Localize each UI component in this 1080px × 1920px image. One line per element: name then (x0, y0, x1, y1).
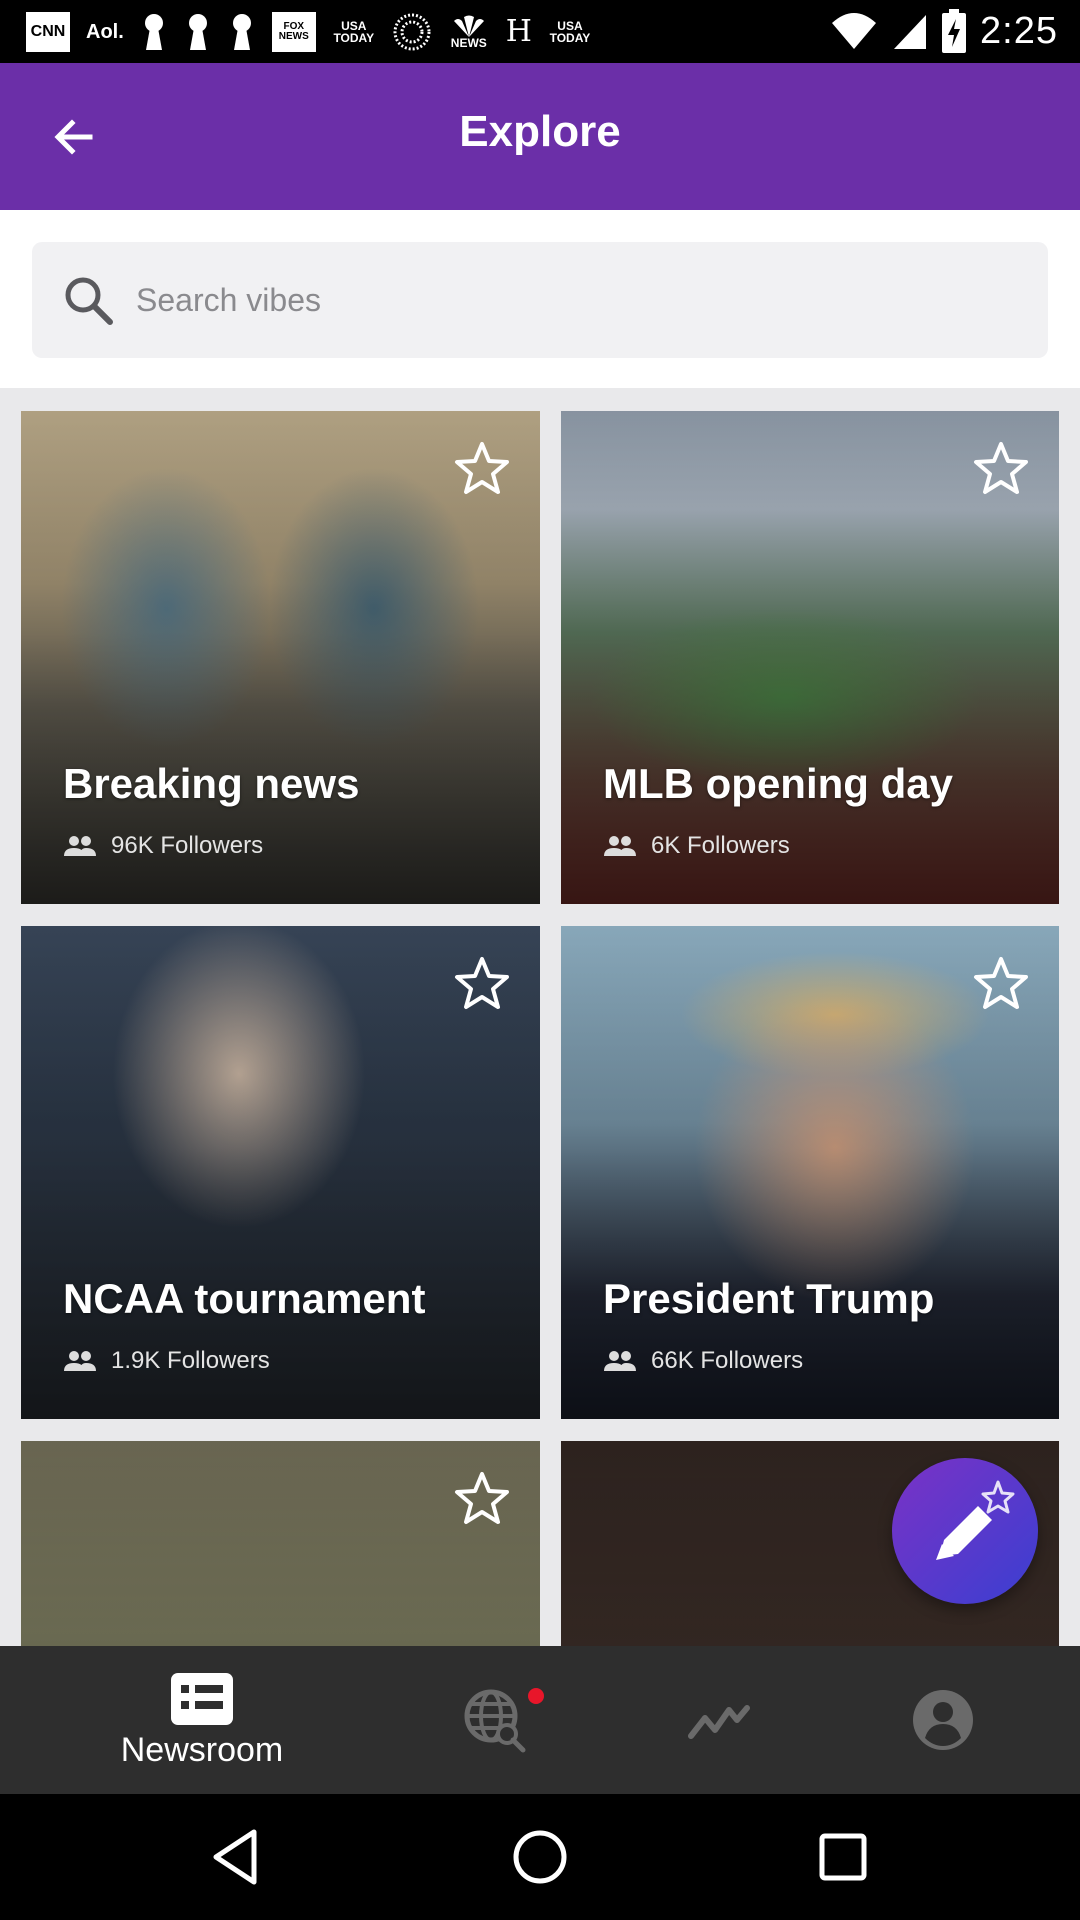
star-icon[interactable] (971, 954, 1031, 1014)
bottom-nav: Newsroom (0, 1646, 1080, 1794)
recents-square-icon[interactable] (810, 1824, 876, 1890)
fox-news-icon: FOX NEWS (271, 12, 316, 52)
app-bar: Explore (0, 63, 1080, 210)
battery-charging-icon (942, 9, 967, 53)
nav-trending[interactable] (664, 1646, 774, 1794)
huffpost-icon: H (505, 14, 532, 49)
usa-today-icon: USA TODAY (549, 19, 591, 45)
search-section (0, 210, 1080, 388)
keyhole-icon (232, 14, 251, 50)
globe-dots-icon (393, 13, 431, 51)
star-icon[interactable] (452, 1469, 512, 1529)
nav-explore[interactable] (440, 1646, 550, 1794)
back-triangle-icon[interactable] (204, 1824, 270, 1890)
aol-icon: Aol. (86, 21, 124, 43)
globe-search-icon (464, 1689, 526, 1753)
clock: 2:25 (980, 9, 1058, 52)
newsroom-icon (171, 1672, 233, 1725)
card-title: President Trump (603, 1275, 935, 1322)
card-followers: 66K Followers (603, 1347, 803, 1375)
card-followers: 6K Followers (603, 832, 790, 860)
followers-count: 66K Followers (651, 1347, 804, 1374)
compose-fab[interactable] (892, 1458, 1038, 1604)
notification-badge (528, 1688, 544, 1704)
vibe-card-president-trump[interactable]: President Trump 66K Followers (561, 926, 1059, 1419)
nbc-news-icon: NEWS (448, 12, 490, 52)
card-followers: 1.9K Followers (63, 1347, 270, 1375)
status-bar: CNN Aol. FOX NEWS USA TODAY NEWS H USA T… (0, 0, 1080, 63)
search-input[interactable] (136, 242, 1016, 358)
wifi-icon (832, 13, 877, 49)
cnn-icon: CNN (26, 12, 70, 52)
card-title: Breaking news (63, 760, 360, 807)
system-status: 2:25 (830, 6, 1058, 56)
keyhole-icon (144, 14, 163, 50)
search-icon (65, 277, 113, 325)
followers-count: 6K Followers (651, 832, 790, 859)
followers-count: 96K Followers (111, 832, 264, 859)
page-title: Explore (459, 107, 621, 156)
people-icon (64, 1351, 96, 1371)
search-box[interactable] (32, 242, 1048, 358)
card-title: MLB opening day (603, 760, 953, 807)
star-icon[interactable] (452, 439, 512, 499)
peacock-icon (453, 15, 484, 37)
trending-icon (688, 1705, 750, 1739)
vibe-card-breaking-news[interactable]: Breaking news 96K Followers (21, 411, 540, 904)
nav-label-newsroom: Newsroom (120, 1730, 284, 1769)
nav-profile[interactable] (888, 1646, 998, 1794)
keyhole-icon (188, 14, 207, 50)
card-title: NCAA tournament (63, 1275, 426, 1322)
star-icon[interactable] (971, 439, 1031, 499)
vibe-card-partial[interactable] (21, 1441, 540, 1646)
signal-icon (894, 15, 927, 49)
nav-newsroom[interactable]: Newsroom (92, 1646, 312, 1794)
followers-count: 1.9K Followers (111, 1347, 270, 1374)
profile-icon (913, 1690, 973, 1750)
nbc-news-label: NEWS (450, 36, 487, 50)
card-followers: 96K Followers (63, 832, 263, 860)
people-icon (604, 1351, 636, 1371)
notification-icons: CNN Aol. FOX NEWS USA TODAY NEWS H USA T… (26, 10, 592, 54)
vibe-card-ncaa-tournament[interactable]: NCAA tournament 1.9K Followers (21, 926, 540, 1419)
home-circle-icon[interactable] (507, 1824, 573, 1890)
people-icon (64, 836, 96, 856)
usa-today-icon: USA TODAY (333, 19, 375, 45)
system-nav-bar (0, 1794, 1080, 1920)
star-icon[interactable] (452, 954, 512, 1014)
people-icon (604, 836, 636, 856)
vibe-card-mlb-opening-day[interactable]: MLB opening day 6K Followers (561, 411, 1059, 904)
compose-star-icon (936, 1480, 1015, 1560)
